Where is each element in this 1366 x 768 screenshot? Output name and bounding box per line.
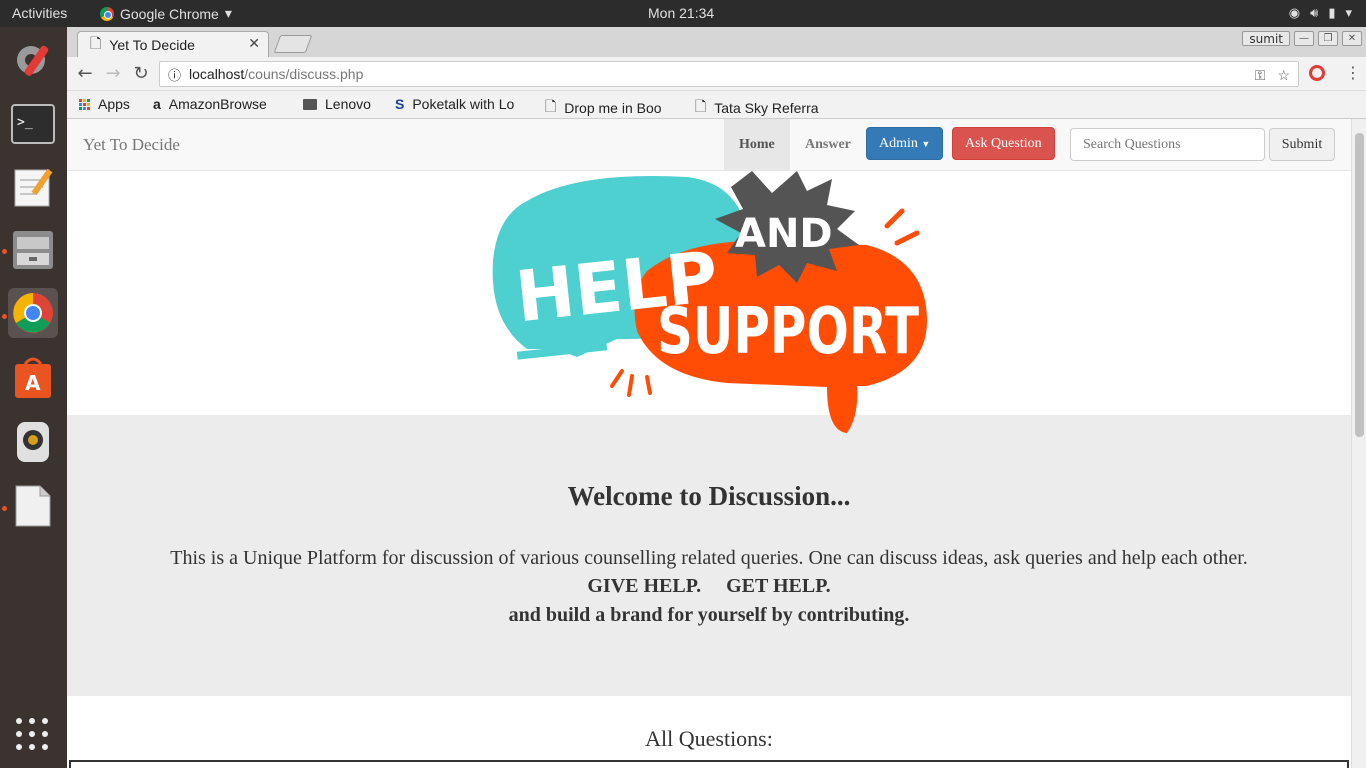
running-indicator (2, 249, 7, 254)
poketalk-icon: S (395, 96, 405, 112)
admin-dropdown-button[interactable]: Admin ▼ (866, 127, 944, 160)
activities-button[interactable]: Activities (12, 5, 67, 21)
libreoffice-icon[interactable] (8, 481, 58, 531)
chrome-icon[interactable] (8, 288, 58, 338)
bookmark-label: Apps (98, 96, 130, 112)
tab-strip: 🗋 Yet To Decide ✕ sumit — ❐ ✕ (67, 27, 1366, 57)
browser-window: 🗋 Yet To Decide ✕ sumit — ❐ ✕ ← → ↻ ⓘ lo… (67, 27, 1366, 768)
help-and-support-logo: HELP AND SUPPORT (492, 171, 927, 433)
url-path: /couns/discuss.php (244, 66, 364, 82)
bookmark-dropme[interactable]: 🗋 Drop me in Boo (545, 96, 681, 120)
browser-toolbar: ← → ↻ ⓘ localhost/couns/discuss.php ⚿ ☆ … (67, 57, 1366, 91)
address-bar[interactable]: ⓘ localhost/couns/discuss.php ⚿ ☆ (159, 61, 1299, 87)
browser-tab[interactable]: 🗋 Yet To Decide ✕ (77, 31, 269, 57)
url-host: localhost (189, 66, 245, 82)
system-tray[interactable]: ◉ 🔊︎ ▮ ▾ (1289, 5, 1352, 21)
terminal-icon[interactable]: >_ (8, 99, 58, 149)
welcome-heading: Welcome to Discussion... (567, 481, 851, 511)
battery-icon: ▮ (1328, 5, 1336, 20)
extension-icon[interactable] (1309, 65, 1325, 81)
system-top-bar: Activities Google Chrome ▾ Mon 21:34 ◉ 🔊… (0, 0, 1366, 27)
submit-button[interactable]: Submit (1269, 128, 1335, 161)
bookmark-tatasky[interactable]: 🗋 Tata Sky Referra (695, 96, 831, 120)
settings-icon[interactable] (8, 35, 58, 85)
intro-text: This is a Unique Platform for discussion… (170, 547, 1248, 569)
dock: >_ A (0, 27, 67, 768)
close-icon[interactable]: ✕ (248, 35, 260, 52)
close-window-icon[interactable]: ✕ (1342, 31, 1362, 46)
show-apps-icon[interactable] (16, 718, 50, 752)
nav-answer[interactable]: Answer (790, 119, 866, 170)
volume-icon: 🔊︎ (1310, 5, 1319, 20)
bookmark-poketalk[interactable]: S Poketalk with Lo (395, 96, 531, 112)
bookmark-amazon[interactable]: a AmazonBrowse (153, 96, 288, 112)
jumbotron: Welcome to Discussion... This is a Uniqu… (67, 415, 1351, 696)
running-indicator (2, 314, 7, 319)
menu-icon[interactable]: ⋮ (1345, 63, 1361, 82)
chrome-icon (100, 6, 114, 21)
text-editor-icon[interactable] (8, 161, 58, 211)
tab-title: Yet To Decide (109, 36, 195, 53)
page-scrollbar[interactable] (1351, 119, 1366, 768)
bookmark-label: Lenovo (325, 96, 371, 112)
profile-button[interactable]: sumit (1242, 31, 1290, 46)
admin-label: Admin (879, 136, 918, 151)
bookmark-label: AmazonBrowse (168, 96, 267, 112)
app-menu-label: Google Chrome (120, 5, 219, 22)
page-icon: 🗋 (90, 34, 102, 51)
running-indicator (2, 506, 7, 511)
slogan: GIVE HELP. GET HELP. (587, 575, 831, 597)
amazon-icon: a (153, 96, 161, 112)
bookmark-lenovo[interactable]: Lenovo (303, 96, 371, 112)
window-controls: sumit — ❐ ✕ (1242, 31, 1362, 46)
maximize-icon[interactable]: ❐ (1318, 31, 1338, 46)
bookmark-apps[interactable]: Apps (79, 96, 130, 112)
info-icon[interactable]: ⓘ (168, 65, 181, 84)
app-menu[interactable]: Google Chrome ▾ (100, 5, 232, 22)
site-brand[interactable]: Yet To Decide (83, 135, 180, 155)
bookmark-label: Poketalk with Lo (412, 96, 515, 112)
page-icon: 🗋 (545, 98, 557, 114)
apps-grid-icon (79, 98, 90, 110)
key-icon[interactable]: ⚿ (1255, 67, 1266, 84)
caret-down-icon: ▼ (921, 139, 931, 149)
star-icon[interactable]: ☆ (1277, 67, 1290, 84)
wifi-icon: ◉ (1288, 5, 1301, 20)
web-page: Yet To Decide Home Answer Admin ▼ Ask Qu… (67, 119, 1351, 768)
svg-text:A: A (25, 371, 41, 395)
new-tab-button[interactable] (273, 35, 313, 53)
nav-home[interactable]: Home (724, 119, 790, 170)
reload-icon[interactable]: ↻ (129, 63, 153, 84)
bookmark-label: Tata Sky Referra (714, 100, 819, 116)
search-input[interactable] (1070, 128, 1265, 161)
clock[interactable]: Mon 21:34 (648, 5, 714, 21)
scrollbar-thumb[interactable] (1355, 133, 1364, 437)
logo-support-text: SUPPORT (657, 295, 919, 369)
all-questions-heading: All Questions: (645, 726, 773, 751)
questions-table (69, 760, 1349, 768)
chevron-down-icon: ▾ (1345, 5, 1352, 20)
minimize-icon[interactable]: — (1294, 31, 1314, 46)
software-center-icon[interactable]: A (8, 353, 58, 403)
chevron-down-icon: ▾ (224, 5, 232, 21)
svg-text:>_: >_ (17, 115, 33, 130)
file-manager-icon[interactable] (8, 225, 58, 275)
tagline: and build a brand for yourself by contri… (508, 604, 910, 626)
bookmark-label: Drop me in Boo (564, 100, 662, 116)
back-icon[interactable]: ← (73, 63, 97, 84)
page-icon: 🗋 (695, 98, 707, 114)
folder-icon (303, 98, 317, 110)
ask-question-button[interactable]: Ask Question (952, 127, 1055, 160)
forward-icon[interactable]: → (101, 63, 125, 84)
bookmarks-bar: Apps a AmazonBrowse Lenovo S Poketalk wi… (67, 91, 1366, 119)
audio-player-icon[interactable] (8, 417, 58, 467)
site-navbar: Yet To Decide Home Answer Admin ▼ Ask Qu… (67, 119, 1351, 171)
logo-and-text: AND (735, 211, 833, 257)
